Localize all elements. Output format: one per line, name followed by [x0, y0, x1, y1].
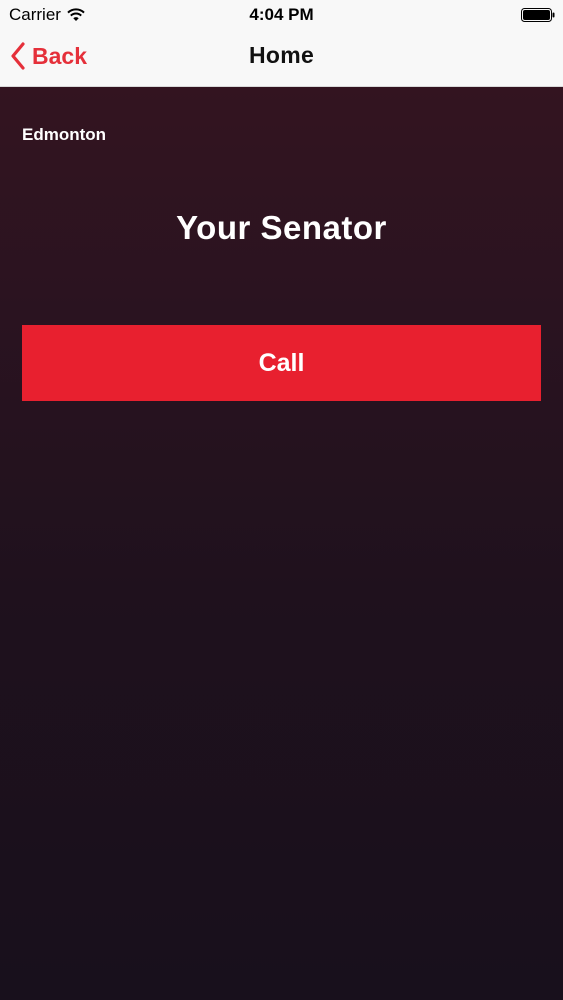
- navigation-bar: Back Home: [0, 30, 563, 87]
- battery-icon: [521, 8, 555, 22]
- main-content: Edmonton Your Senator Call: [0, 87, 563, 1000]
- status-bar: Carrier 4:04 PM: [0, 0, 563, 30]
- status-time: 4:04 PM: [249, 5, 314, 24]
- call-button[interactable]: Call: [22, 325, 541, 401]
- senator-heading: Your Senator: [176, 209, 387, 246]
- page-title: Home: [248, 42, 315, 68]
- app-screen: Carrier 4:04 PM Back Home Edmonton Your …: [0, 0, 563, 1000]
- top-bar: Carrier 4:04 PM Back Home: [0, 0, 563, 87]
- city-label: Edmonton: [22, 125, 107, 144]
